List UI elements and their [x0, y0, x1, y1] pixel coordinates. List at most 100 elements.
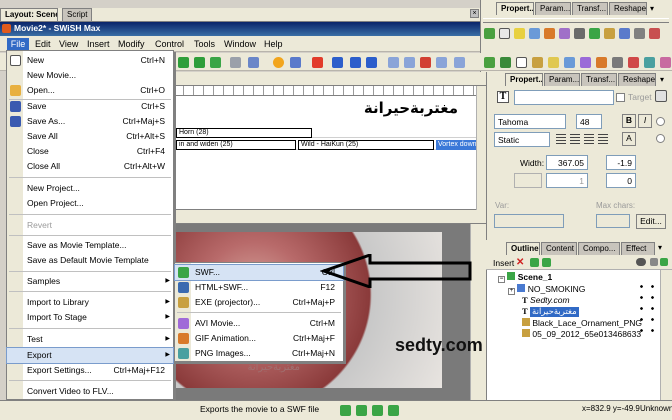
effect-block[interactable]: Wild - HaiKun (25) [298, 140, 434, 150]
menu-item-save-movie-template[interactable]: Save as Movie Template... [7, 238, 173, 253]
effect-block[interactable]: Horn (28) [176, 128, 312, 138]
help-icon[interactable] [273, 57, 284, 68]
italic-button[interactable]: I [638, 114, 652, 128]
options-radio-icon[interactable] [656, 134, 665, 143]
insert-effect-icon[interactable] [628, 57, 639, 68]
menu-item-export-png[interactable]: PNG Images... Ctrl+Maj+N [175, 346, 343, 361]
max-chars-field[interactable] [596, 214, 630, 228]
sound-icon[interactable] [574, 28, 585, 39]
layer-color-icon[interactable] [660, 258, 668, 266]
taskbar-green-icon[interactable] [388, 405, 399, 416]
insert-text-icon[interactable] [516, 57, 527, 68]
menu-item-save[interactable]: Save Ctrl+S [7, 99, 173, 114]
insert-group-icon[interactable] [612, 57, 623, 68]
export-icon[interactable] [589, 28, 600, 39]
stage-scrollbar[interactable] [470, 224, 486, 400]
script-icon[interactable] [604, 28, 615, 39]
color-swatch-icon[interactable] [655, 90, 667, 102]
menu-item-save-all[interactable]: Save All Ctrl+Alt+S [7, 129, 173, 144]
lock-icon[interactable] [650, 258, 658, 266]
end-frame-icon[interactable] [454, 57, 465, 68]
object-name-field[interactable] [514, 90, 614, 105]
menu-item-close-all[interactable]: Close All Ctrl+Alt+W [7, 159, 173, 174]
taskbar-green-icon[interactable] [372, 405, 383, 416]
menu-item-new-movie[interactable]: New Movie... [7, 68, 173, 83]
menu-view[interactable]: View [59, 38, 78, 50]
options-radio-icon[interactable] [656, 117, 665, 126]
arrow-down-green-icon[interactable] [178, 57, 189, 68]
insert-symbol-icon[interactable] [660, 57, 671, 68]
var-field[interactable] [494, 214, 564, 228]
outline-tab-content[interactable]: Content [541, 242, 577, 255]
preview-icon[interactable] [619, 28, 630, 39]
menu-item-samples[interactable]: Samples ▶ [7, 274, 173, 289]
align-left-icon[interactable] [556, 134, 566, 144]
text-type-select[interactable]: Static [494, 132, 550, 147]
top-tab-transform[interactable]: Transf... [572, 2, 608, 15]
mid-tab-transform[interactable]: Transf... [581, 73, 617, 86]
menu-item-open-project[interactable]: Open Project... [7, 196, 173, 211]
play-step-icon[interactable] [350, 57, 361, 68]
outline-tab-effect[interactable]: Effect [621, 242, 655, 255]
menu-item-new-project[interactable]: New Project... [7, 181, 173, 196]
tab-script[interactable]: Script [62, 8, 92, 21]
menu-item-export-html-swf[interactable]: HTML+SWF... F12 [175, 280, 343, 295]
tree-node-scene[interactable]: − Scene_1 [498, 272, 552, 283]
tree-node-sprite[interactable]: + NO_SMOKING [508, 284, 585, 295]
insert-video-icon[interactable] [580, 57, 591, 68]
align-center-icon[interactable] [570, 134, 580, 144]
menu-item-save-default-template[interactable]: Save as Default Movie Template [7, 253, 173, 268]
taskbar-green-icon[interactable] [340, 405, 351, 416]
menu-item-open[interactable]: Open... Ctrl+O [7, 83, 173, 98]
mid-tab-parameters[interactable]: Param... [544, 73, 580, 86]
delete-x-icon[interactable]: ✕ [516, 257, 524, 268]
dropdown-arrow-icon[interactable]: ▾ [660, 75, 664, 84]
menu-item-new[interactable]: New Ctrl+N [7, 53, 173, 68]
expand-plus-icon[interactable]: + [508, 288, 515, 295]
lines-mode-select[interactable] [514, 173, 542, 188]
insert-sprite-icon[interactable] [500, 57, 511, 68]
menu-tools[interactable]: Tools [194, 38, 215, 50]
menu-item-export-settings[interactable]: Export Settings... Ctrl+Maj+F12 [7, 363, 173, 378]
menu-item-import-library[interactable]: Import to Library ▶ [7, 295, 173, 310]
font-size-field[interactable]: 48 [576, 114, 602, 129]
menu-item-export-gif[interactable]: GIF Animation... Ctrl+Maj+F [175, 331, 343, 346]
effects-icon[interactable] [544, 28, 555, 39]
menu-item-close[interactable]: Close Ctrl+F4 [7, 144, 173, 159]
top-tab-properties[interactable]: Propert... [496, 2, 534, 15]
layer-icon[interactable] [559, 28, 570, 39]
info-icon[interactable] [290, 57, 301, 68]
close-layout-icon[interactable]: × [470, 9, 479, 18]
menu-item-save-as[interactable]: Save As... Ctrl+Maj+S [7, 114, 173, 129]
menu-item-convert-video[interactable]: Convert Video to FLV... [7, 384, 173, 399]
edit-button[interactable]: Edit... [636, 214, 666, 229]
menu-item-export[interactable]: Export ▶ [6, 347, 174, 364]
expand-minus-icon[interactable]: − [498, 276, 505, 283]
menu-modify[interactable]: Modify [118, 38, 145, 50]
next-frame-icon[interactable] [436, 57, 447, 68]
insert-image-icon[interactable] [548, 57, 559, 68]
bold-button[interactable]: B [622, 114, 636, 128]
arrow-bottom-green-icon[interactable] [210, 57, 221, 68]
tree-node-text-selected[interactable]: T مغتربةحيرانة [522, 306, 579, 317]
menu-item-export-swf[interactable]: SWF... Ctrl [174, 264, 344, 281]
width-field[interactable]: 367.05 [546, 155, 588, 170]
move-down-green-icon[interactable] [542, 258, 551, 267]
mid-tab-properties[interactable]: Propert... [505, 73, 543, 86]
effect-block[interactable]: in and widen (25) [176, 140, 296, 150]
prev-frame-icon[interactable] [404, 57, 415, 68]
menu-file[interactable]: File [7, 38, 29, 50]
mid-tab-reshape[interactable]: Reshape [618, 73, 656, 86]
menu-item-test[interactable]: Test ▶ [7, 332, 173, 347]
align-a-button[interactable]: A [622, 132, 636, 146]
tree-node-image[interactable]: 05_09_2012_65e013468633 [522, 329, 641, 339]
top-tab-parameters[interactable]: Param... [535, 2, 571, 15]
menu-item-export-avi[interactable]: AVI Movie... Ctrl+M [175, 316, 343, 331]
lines-spin-field[interactable]: 0 [606, 173, 636, 188]
move-up-green-icon[interactable] [530, 258, 539, 267]
eye-visibility-icon[interactable] [636, 258, 646, 266]
refresh-icon[interactable] [248, 57, 259, 68]
menu-insert[interactable]: Insert [87, 38, 110, 50]
outline-scrollbar[interactable] [660, 270, 672, 400]
menu-edit[interactable]: Edit [35, 38, 51, 50]
